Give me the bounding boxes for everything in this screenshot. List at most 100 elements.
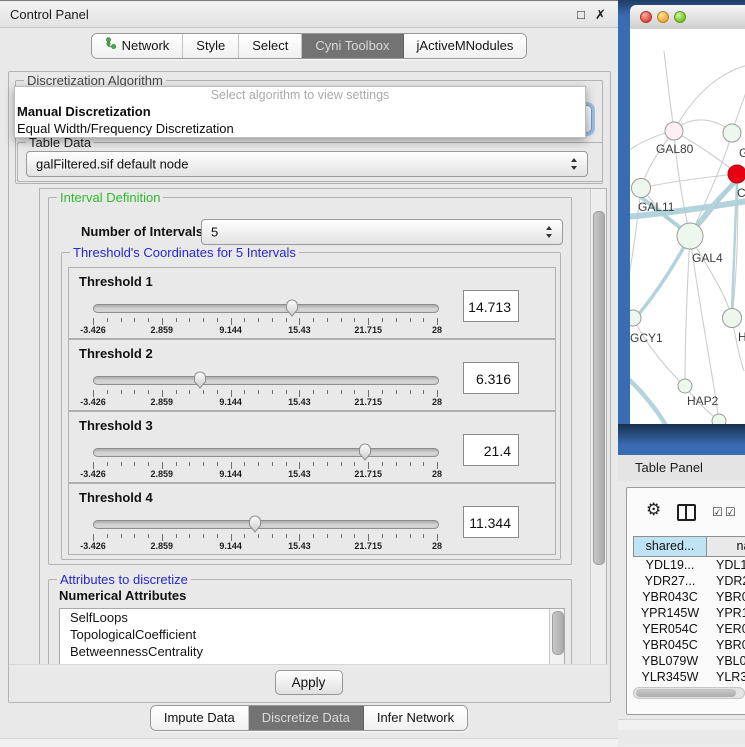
- node-gcy1: [630, 310, 641, 326]
- columns-icon[interactable]: [677, 504, 696, 521]
- threshold-label: Threshold 3: [79, 418, 153, 433]
- table-row[interactable]: YPR145WYPR14: [633, 605, 745, 621]
- gear-icon[interactable]: ⚙: [646, 500, 661, 520]
- table-row[interactable]: YBR045CYBR04: [633, 637, 745, 653]
- tick-mark: [203, 390, 204, 394]
- scrollbar-thumb[interactable]: [593, 211, 605, 565]
- num-intervals-combobox[interactable]: 5: [201, 219, 563, 245]
- tick-mark: [410, 534, 411, 538]
- cell-shared-name[interactable]: YDL19...: [633, 557, 707, 573]
- threshold-value-field[interactable]: 14.713: [463, 290, 519, 322]
- table-horizontal-scrollbar[interactable]: [633, 687, 745, 699]
- cell-shared-name[interactable]: YBR045C: [633, 637, 707, 653]
- tab-jactivemnodules[interactable]: jActiveMNodules: [404, 34, 527, 58]
- cell-name[interactable]: YBR04: [707, 637, 745, 653]
- apply-button[interactable]: Apply: [275, 670, 343, 695]
- column-header-name[interactable]: na: [707, 536, 745, 557]
- group-title: Attributes to discretize: [57, 572, 191, 587]
- tick-mark: [121, 390, 122, 394]
- tick-mark: [189, 534, 190, 538]
- tab-impute-data[interactable]: Impute Data: [151, 706, 249, 730]
- slider-track[interactable]: [93, 520, 439, 529]
- attribute-list-item[interactable]: TopologicalCoefficient: [60, 626, 564, 643]
- tab-select[interactable]: Select: [239, 34, 302, 58]
- checkbox-icon[interactable]: ☑: [725, 505, 736, 519]
- dropdown-option-equal-width-frequency[interactable]: Equal Width/Frequency Discretization: [15, 120, 585, 137]
- tab-discretize-data[interactable]: Discretize Data: [249, 706, 364, 730]
- cell-shared-name[interactable]: YDR27...: [633, 573, 707, 589]
- table-row[interactable]: YBR043CYBR04: [633, 589, 745, 605]
- threshold-value-field[interactable]: 21.4: [463, 434, 519, 466]
- slider-thumb[interactable]: [284, 298, 300, 317]
- checkbox-icon[interactable]: ☑: [712, 505, 723, 519]
- threshold-value-field[interactable]: 11.344: [463, 506, 519, 538]
- control-panel: Control Panel □ ✗ NetworkStyleSelectCyni…: [0, 0, 618, 746]
- tick-mark: [327, 390, 328, 394]
- attributes-list-scrollbar[interactable]: [549, 609, 564, 668]
- cell-name[interactable]: YLR34: [707, 669, 745, 685]
- slider-track[interactable]: [93, 448, 439, 457]
- cell-name[interactable]: YDL19: [707, 557, 745, 573]
- close-icon[interactable]: ✗: [595, 7, 606, 23]
- slider-thumb[interactable]: [357, 442, 373, 461]
- settings-vertical-scrollbar[interactable]: [590, 189, 606, 667]
- tick-mark: [162, 390, 163, 397]
- node-label: GCY1: [630, 331, 663, 345]
- network-canvas[interactable]: GAL80 GA C GAL11 GAL4 GCY1 H HAP2: [630, 29, 745, 424]
- table-row[interactable]: YBL079WYBL07: [633, 653, 745, 669]
- tab-infer-network[interactable]: Infer Network: [364, 706, 467, 730]
- tab-style[interactable]: Style: [183, 34, 239, 58]
- float-icon[interactable]: □: [577, 7, 585, 22]
- tick-mark: [313, 390, 314, 394]
- threshold-value-field[interactable]: 6.316: [463, 362, 519, 394]
- cell-shared-name[interactable]: YIL052C: [633, 685, 707, 686]
- column-header-shared[interactable]: shared...: [633, 536, 707, 557]
- tick-label: 9.144: [219, 325, 242, 335]
- cell-shared-name[interactable]: YPR145W: [633, 605, 707, 621]
- slider-track[interactable]: [93, 376, 439, 385]
- tick-label: 21.715: [354, 469, 382, 479]
- cell-name[interactable]: YPR14: [707, 605, 745, 621]
- tick-mark: [382, 462, 383, 466]
- panel-footer: [0, 738, 618, 747]
- node-label: HAP2: [687, 394, 719, 408]
- scrollbar-thumb[interactable]: [552, 611, 564, 655]
- cell-shared-name[interactable]: YLR345W: [633, 669, 707, 685]
- slider-thumb[interactable]: [247, 514, 263, 533]
- table-panel-title: Table Panel: [635, 460, 703, 475]
- table-row[interactable]: YER054CYER05: [633, 621, 745, 637]
- cell-name[interactable]: YBL07: [707, 653, 745, 669]
- table-row[interactable]: YLR345WYLR34: [633, 669, 745, 685]
- cell-shared-name[interactable]: YBL079W: [633, 653, 707, 669]
- cell-name[interactable]: YER05: [707, 621, 745, 637]
- tab-cyni-toolbox[interactable]: Cyni Toolbox: [302, 34, 403, 58]
- table-row[interactable]: YDR27...YDR27: [633, 573, 745, 589]
- tick-mark: [437, 318, 438, 325]
- cell-name[interactable]: YIL05: [707, 685, 745, 686]
- dropdown-placeholder-option[interactable]: Select algorithm to view settings: [15, 87, 585, 103]
- table-data-combobox[interactable]: galFiltered.sif default node: [26, 151, 588, 177]
- tick-label: 2.859: [151, 397, 174, 407]
- table-row[interactable]: YDL19...YDL19: [633, 557, 745, 573]
- node-label: GAL80: [656, 142, 694, 156]
- table-row[interactable]: YIL052CYIL05: [633, 685, 745, 686]
- cell-name[interactable]: YBR04: [707, 589, 745, 605]
- cell-name[interactable]: YDR27: [707, 573, 745, 589]
- tick-mark: [231, 390, 232, 397]
- close-light[interactable]: [640, 11, 652, 23]
- zoom-light[interactable]: [674, 11, 686, 23]
- minimize-light[interactable]: [657, 11, 669, 23]
- node-label: GAL4: [692, 251, 723, 265]
- cell-shared-name[interactable]: YER054C: [633, 621, 707, 637]
- attribute-list-item[interactable]: BetweennessCentrality: [60, 643, 564, 660]
- slider-thumb[interactable]: [192, 370, 208, 389]
- dropdown-option-manual-discretization[interactable]: Manual Discretization: [15, 103, 585, 120]
- attributes-list[interactable]: SelfLoopsTopologicalCoefficientBetweenne…: [59, 608, 565, 668]
- tab-network[interactable]: Network: [92, 34, 184, 58]
- cell-shared-name[interactable]: YBR043C: [633, 589, 707, 605]
- tick-mark: [121, 534, 122, 538]
- attribute-list-item[interactable]: SelfLoops: [60, 609, 564, 626]
- slider-track[interactable]: [93, 304, 439, 313]
- scrollbar-thumb[interactable]: [636, 689, 736, 697]
- tick-mark: [423, 390, 424, 394]
